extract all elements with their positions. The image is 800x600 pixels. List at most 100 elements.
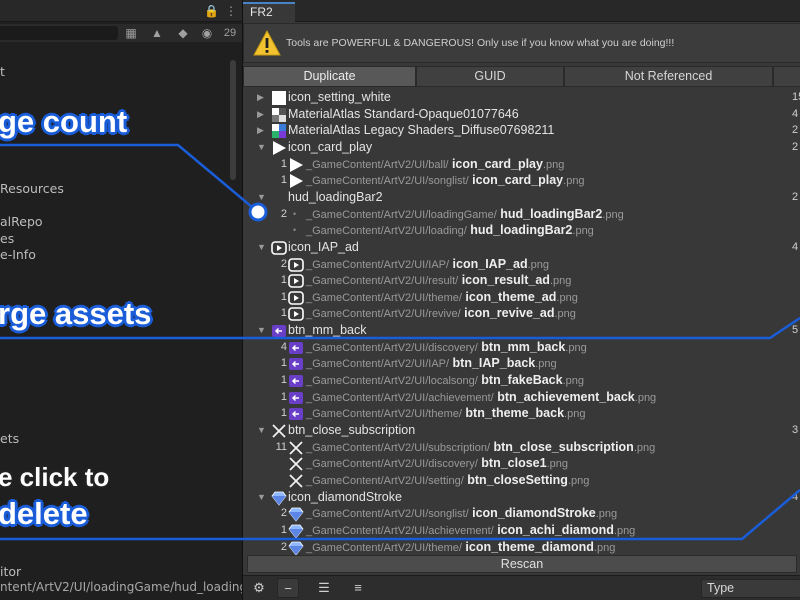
expanded-arrow-icon[interactable]: ▼	[257, 192, 267, 202]
window-tab-bar: FR2	[243, 0, 800, 22]
asset-name[interactable]: btn_closeSetting	[464, 473, 568, 487]
tree-item[interactable]: alRepo	[0, 214, 43, 229]
asset-name[interactable]: icon_card_play	[469, 173, 563, 187]
asset-row[interactable]: 1 _GameContent/ArtV2/UI/achievement/ icon…	[243, 522, 800, 539]
tab-not-referenced[interactable]: Not Referenced	[564, 66, 773, 87]
collapsed-arrow-icon[interactable]: ▶	[257, 125, 267, 136]
tab-guid[interactable]: GUID	[416, 66, 564, 87]
bullet-icon: •	[293, 208, 297, 219]
asset-row[interactable]: 1 _GameContent/ArtV2/UI/localsong/ btn_fa…	[243, 372, 800, 389]
group-row[interactable]: ▼ hud_loadingBar2 2	[243, 189, 800, 206]
asset-row[interactable]: 1 _GameContent/ArtV2/UI/theme/ btn_theme_…	[243, 405, 800, 422]
asset-name[interactable]: icon_diamondStroke	[469, 506, 596, 520]
asset-name[interactable]: icon_result_ad	[458, 273, 550, 287]
asset-row[interactable]: _GameContent/ArtV2/UI/discovery/ btn_clo…	[243, 455, 800, 472]
group-row[interactable]: ▶ MaterialAtlas Legacy Shaders_Diffuse076…	[243, 122, 800, 139]
rescan-button[interactable]: Rescan	[247, 555, 797, 573]
tag-icon[interactable]: ◆	[176, 26, 190, 40]
asset-row[interactable]: _GameContent/ArtV2/UI/setting/ btn_close…	[243, 472, 800, 489]
window-tab-fr2[interactable]: FR2	[243, 2, 295, 22]
asset-row[interactable]: 2 • _GameContent/ArtV2/UI/loadingGame/ hud…	[243, 206, 800, 223]
project-scrollbar[interactable]	[230, 60, 236, 180]
tab-duplicate[interactable]: Duplicate	[243, 66, 416, 87]
bottom-toolbar: ⚙ − ☰ ≡ Type	[243, 575, 800, 600]
bullet-icon: •	[293, 225, 297, 236]
asset-row[interactable]: 1 _GameContent/ArtV2/UI/songlist/ icon_ca…	[243, 172, 800, 189]
tree-item[interactable]: e-Info	[0, 247, 36, 262]
type-filter-icon[interactable]: ▲	[150, 26, 164, 40]
minus-button[interactable]: −	[277, 578, 299, 598]
expanded-arrow-icon[interactable]: ▼	[257, 425, 267, 435]
asset-name[interactable]: hud_loadingBar2	[497, 207, 602, 221]
asset-row[interactable]: 2 _GameContent/ArtV2/UI/songlist/ icon_di…	[243, 505, 800, 522]
asset-row[interactable]: 11 _GameContent/ArtV2/UI/subscription/ bt…	[243, 439, 800, 456]
asset-name[interactable]: btn_achievement_back	[494, 390, 635, 404]
asset-row[interactable]: 1 _GameContent/ArtV2/UI/theme/ icon_theme…	[243, 289, 800, 306]
asset-name[interactable]: btn_IAP_back	[449, 356, 536, 370]
asset-row[interactable]: 1 _GameContent/ArtV2/UI/achievement/ btn_…	[243, 389, 800, 406]
group-label: MaterialAtlas Legacy Shaders_Diffuse0769…	[288, 123, 555, 138]
asset-path: _GameContent/ArtV2/UI/theme/ btn_theme_b…	[306, 405, 585, 423]
asset-path: _GameContent/ArtV2/UI/IAP/ icon_IAP_ad.p…	[306, 256, 549, 274]
asset-row[interactable]: 2 _GameContent/ArtV2/UI/theme/ icon_theme…	[243, 539, 800, 555]
collapsed-arrow-icon[interactable]: ▶	[257, 109, 267, 120]
play-box-icon	[271, 240, 287, 255]
group-row[interactable]: ▼ icon_IAP_ad 4	[243, 239, 800, 256]
mode-tabs: Duplicate GUID Not Referenced	[243, 66, 800, 87]
list-view-icon[interactable]: ≡	[347, 578, 369, 598]
asset-row[interactable]: 1 _GameContent/ArtV2/UI/ball/ icon_card_p…	[243, 156, 800, 173]
asset-extension: .png	[572, 225, 594, 238]
asset-folder: _GameContent/ArtV2/UI/ball/	[306, 158, 449, 171]
group-row[interactable]: ▼ btn_mm_back 5	[243, 322, 800, 339]
play-box-icon	[288, 290, 304, 305]
asset-name[interactable]: btn_fakeBack	[478, 373, 562, 387]
expanded-arrow-icon[interactable]: ▼	[257, 242, 267, 252]
tree-item[interactable]: t	[0, 64, 5, 79]
asset-name[interactable]: icon_revive_ad	[461, 306, 554, 320]
tab-overflow[interactable]	[773, 66, 800, 87]
tree-item[interactable]: ets	[0, 431, 19, 446]
collapsed-arrow-icon[interactable]: ▶	[257, 92, 267, 103]
diamond-icon	[288, 506, 304, 522]
asset-row[interactable]: • _GameContent/ArtV2/UI/loading/ hud_load…	[243, 222, 800, 239]
expanded-arrow-icon[interactable]: ▼	[257, 325, 267, 335]
asset-name[interactable]: btn_close_subscription	[490, 440, 634, 454]
asset-name[interactable]: icon_achi_diamond	[494, 523, 614, 537]
asset-extension: .png	[567, 474, 590, 487]
menu-dots-icon[interactable]: ⋮	[224, 4, 238, 18]
asset-name[interactable]: btn_theme_back	[462, 406, 564, 420]
asset-name[interactable]: btn_mm_back	[478, 340, 565, 354]
asset-name[interactable]: icon_card_play	[448, 157, 543, 171]
scene-filter-icon[interactable]: ▦	[124, 26, 138, 40]
asset-name[interactable]: icon_theme_ad	[462, 290, 556, 304]
group-row[interactable]: ▼ btn_close_subscription 3	[243, 422, 800, 439]
asset-row[interactable]: 1 _GameContent/ArtV2/UI/result/ icon_resu…	[243, 272, 800, 289]
tree-item[interactable]: Resources	[0, 181, 64, 196]
usage-count: 2	[280, 207, 287, 220]
asset-name[interactable]: hud_loadingBar2	[467, 223, 572, 237]
asset-row[interactable]: 1 _GameContent/ArtV2/UI/IAP/ btn_IAP_back…	[243, 355, 800, 372]
settings-gear-icon[interactable]: ⚙	[248, 578, 270, 598]
lock-icon[interactable]: 🔒	[204, 4, 219, 18]
expanded-arrow-icon[interactable]: ▼	[257, 492, 267, 502]
group-row[interactable]: ▼ icon_card_play 2	[243, 139, 800, 156]
asset-row[interactable]: 4 _GameContent/ArtV2/UI/discovery/ btn_mm…	[243, 339, 800, 356]
search-input[interactable]	[0, 26, 118, 40]
asset-name[interactable]: icon_theme_diamond	[462, 540, 594, 554]
group-row[interactable]: ▶ MaterialAtlas Standard-Opaque01077646 4	[243, 106, 800, 123]
asset-row[interactable]: 1 _GameContent/ArtV2/UI/revive/ icon_revi…	[243, 305, 800, 322]
layers-icon[interactable]: ☰	[313, 578, 335, 598]
asset-path: _GameContent/ArtV2/UI/theme/ icon_theme_…	[306, 289, 578, 307]
asset-row[interactable]: 2 _GameContent/ArtV2/UI/IAP/ icon_IAP_ad.…	[243, 256, 800, 273]
group-row[interactable]: ▶ icon_setting_white 15	[243, 89, 800, 106]
type-dropdown[interactable]: Type	[701, 579, 800, 598]
expanded-arrow-icon[interactable]: ▼	[257, 142, 267, 152]
purple-back-icon	[271, 323, 287, 338]
group-row[interactable]: ▼ icon_diamondStroke 4	[243, 489, 800, 506]
group-label: icon_diamondStroke	[288, 489, 402, 504]
asset-name[interactable]: btn_close1	[478, 456, 546, 470]
asset-name[interactable]: icon_IAP_ad	[449, 257, 528, 271]
tree-item[interactable]: es	[0, 231, 14, 246]
eye-icon[interactable]: ◉	[200, 26, 214, 40]
asset-path: _GameContent/ArtV2/UI/songlist/ icon_car…	[306, 172, 585, 190]
